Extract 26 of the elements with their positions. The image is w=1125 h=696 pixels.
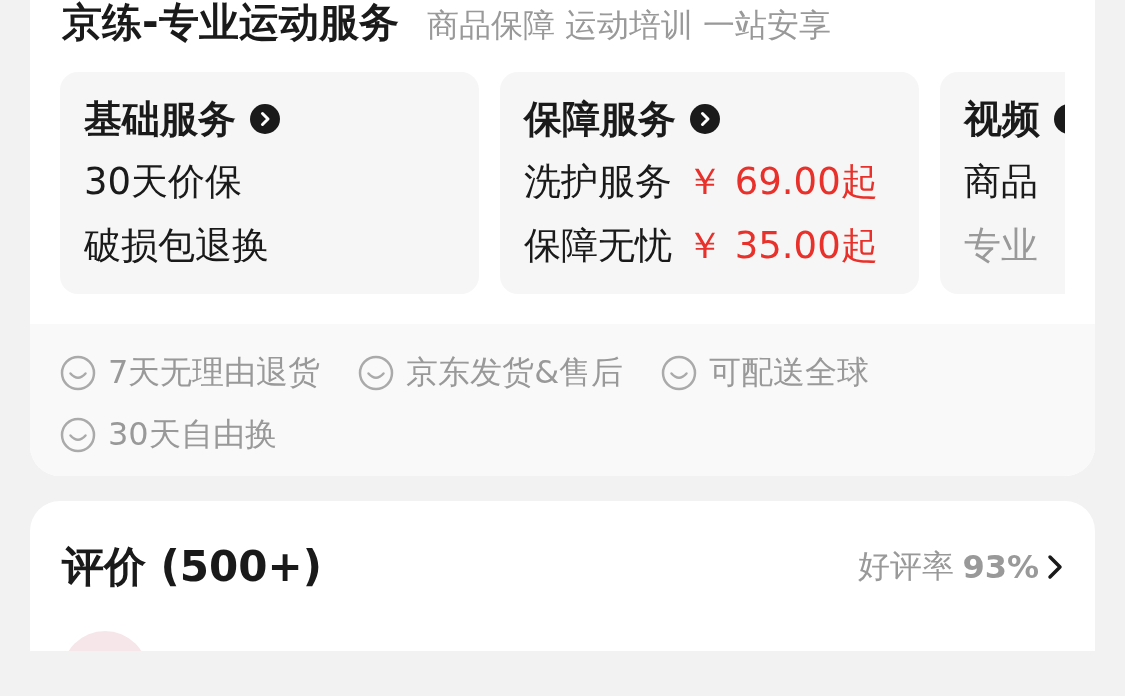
guarantee-text: 京东发货&售后 — [406, 352, 624, 393]
price-text: ￥ 35.00起 — [686, 223, 878, 269]
service-item: 30天价保 — [84, 159, 243, 206]
reviews-title: 评价 (500+) — [62, 541, 322, 593]
service-item: 专业 — [964, 223, 1038, 269]
service-title: 视频 — [964, 95, 1040, 143]
smiley-icon — [661, 355, 698, 391]
chevron-right-icon — [1047, 554, 1063, 580]
section-title: 京练-专业运动服务 — [62, 0, 399, 47]
guarantee-text: 30天自由换 — [108, 414, 277, 455]
service-title: 保障服务 — [524, 95, 676, 143]
smiley-icon — [60, 417, 96, 453]
price-text: ￥ 69.00起 — [686, 159, 878, 206]
service-item: 破损包退换 — [84, 223, 269, 269]
guarantee-text: 7天无理由退货 — [108, 352, 321, 393]
smiley-icon — [60, 355, 96, 391]
service-title: 基础服务 — [84, 95, 236, 143]
service-item: 保障无忧 — [524, 223, 672, 269]
service-item: 商品 — [964, 159, 1038, 206]
section-subtitle: 商品保障 运动培训 一站安享 — [426, 5, 831, 46]
guarantee-text: 可配送全球 — [709, 352, 870, 393]
service-tile[interactable]: 基础服务 30天价保 破损包退换 — [60, 72, 479, 294]
smiley-icon — [358, 355, 395, 391]
service-item: 洗护服务 — [524, 159, 672, 206]
service-tile[interactable]: 视频 商品 专业 — [940, 72, 1065, 294]
service-tile[interactable]: 保障服务 洗护服务 ￥ 69.00起 保障无忧 ￥ 35.00起 — [500, 72, 919, 294]
